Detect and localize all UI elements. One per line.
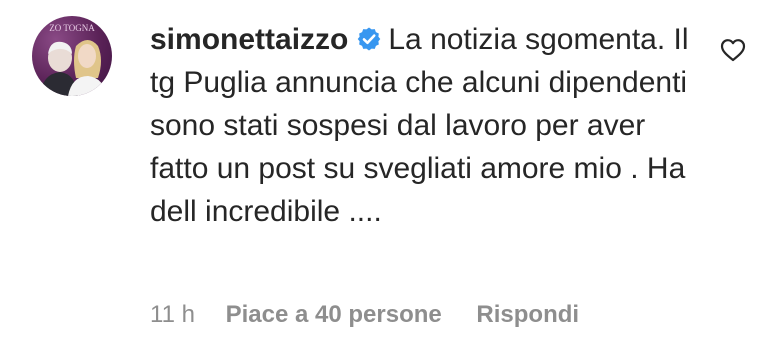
comment-timestamp[interactable]: 11 h (150, 301, 195, 328)
comment-body: simonettaizzo La notizia sgomenta. Il tg … (150, 18, 710, 233)
verified-badge-icon (356, 21, 382, 51)
reply-button[interactable]: Rispondi (476, 301, 579, 328)
comment-item: ZO TOGNA simonettaizzo La notizia sgoment… (0, 0, 767, 360)
avatar-photo: ZO TOGNA (40, 23, 106, 96)
comment-meta: 11 h Piace a 40 persone Rispondi (150, 300, 579, 330)
avatar[interactable]: ZO TOGNA (32, 16, 112, 96)
likes-count-link[interactable]: Piace a 40 persone (226, 301, 442, 328)
username[interactable]: simonettaizzo (150, 23, 348, 56)
heart-outline-icon[interactable] (720, 38, 746, 62)
avatar-banner-text: ZO TOGNA (49, 23, 95, 33)
